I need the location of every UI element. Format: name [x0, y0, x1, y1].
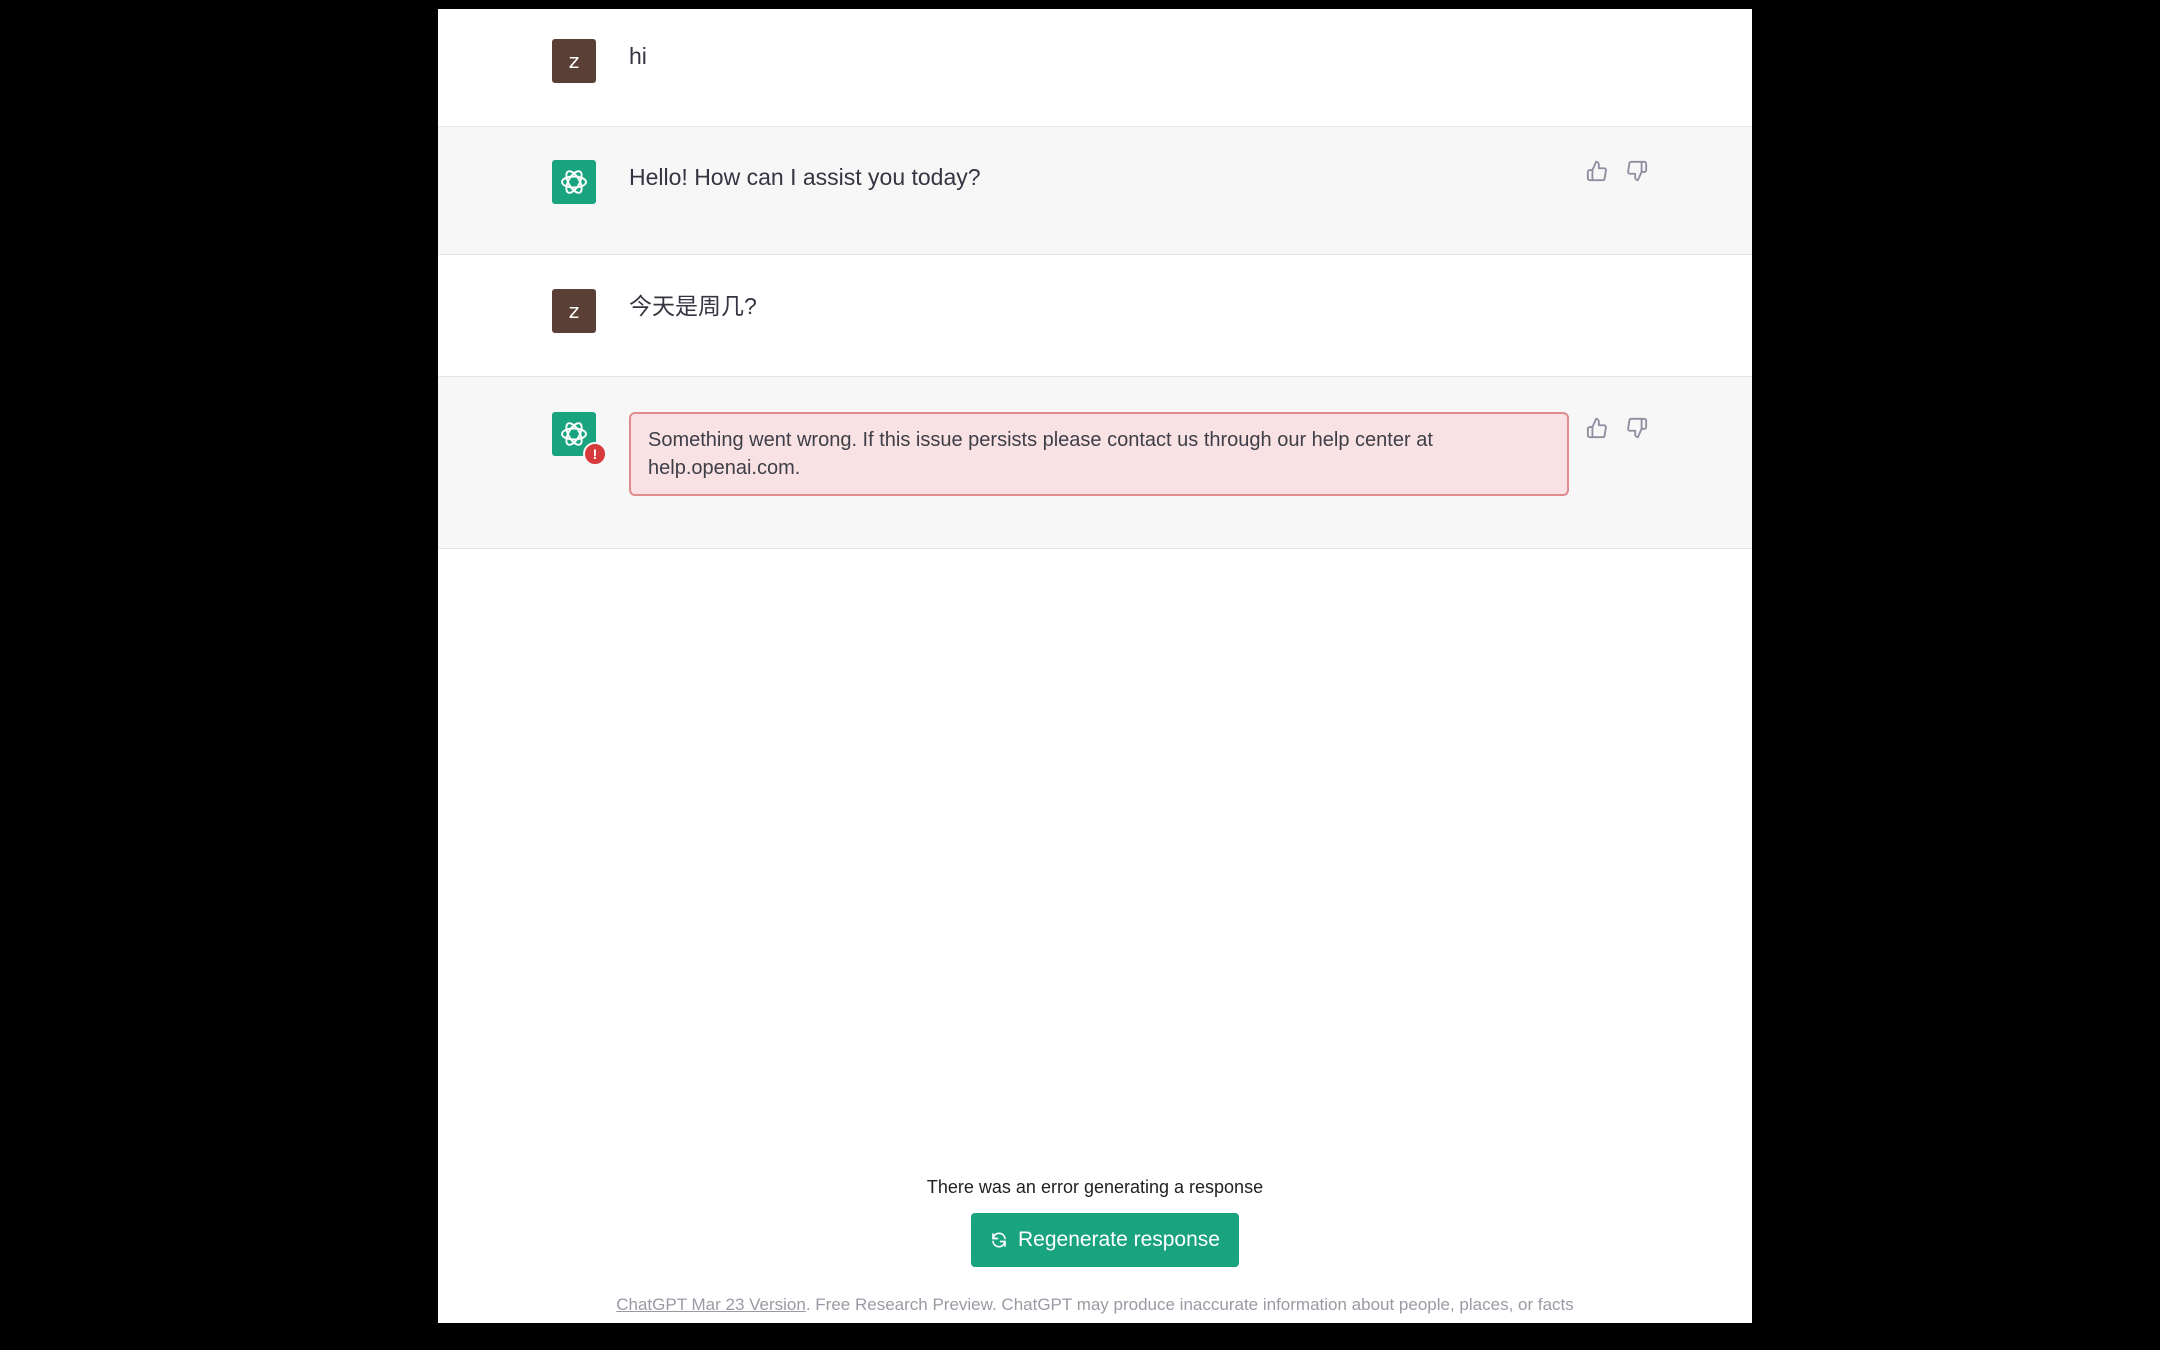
thumbs-up-icon[interactable] [1586, 417, 1608, 439]
version-link[interactable]: ChatGPT Mar 23 Version [616, 1295, 806, 1314]
refresh-icon [992, 1232, 1006, 1248]
message-user-1: z hi [438, 9, 1752, 126]
message-text: hi [629, 43, 647, 69]
disclaimer-text: . Free Research Preview. ChatGPT may pro… [805, 1295, 1574, 1314]
message-assistant-2: ! Something went wrong. If this issue pe… [438, 376, 1752, 549]
thumbs-up-icon[interactable] [1586, 160, 1608, 182]
regenerate-label: Regenerate response [1018, 1228, 1220, 1251]
error-message: Something went wrong. If this issue pers… [629, 412, 1569, 496]
chatgpt-logo-icon [552, 160, 596, 204]
user-avatar-initial: z [568, 49, 580, 73]
message-text: 今天是周几? [629, 293, 757, 319]
footer-disclaimer: ChatGPT Mar 23 Version. Free Research Pr… [438, 1295, 1752, 1315]
feedback-buttons [1586, 160, 1648, 182]
error-badge-symbol: ! [592, 446, 598, 462]
message-user-2: z 今天是周几? [438, 255, 1752, 376]
error-badge-icon: ! [583, 442, 607, 466]
message-text: Hello! How can I assist you today? [629, 164, 981, 190]
chat-window: z hi Hello! How can I assist you today? … [438, 9, 1752, 1323]
message-assistant-1: Hello! How can I assist you today? [438, 126, 1752, 255]
regenerate-response-button[interactable]: Regenerate response [971, 1213, 1239, 1267]
error-message-text: Something went wrong. If this issue pers… [648, 429, 1433, 479]
feedback-buttons [1586, 417, 1648, 439]
user-avatar: z [552, 289, 596, 333]
thumbs-down-icon[interactable] [1626, 417, 1648, 439]
thumbs-down-icon[interactable] [1626, 160, 1648, 182]
user-avatar-initial: z [568, 299, 580, 323]
error-status-text: There was an error generating a response [926, 1177, 1264, 1197]
user-avatar: z [552, 39, 596, 83]
